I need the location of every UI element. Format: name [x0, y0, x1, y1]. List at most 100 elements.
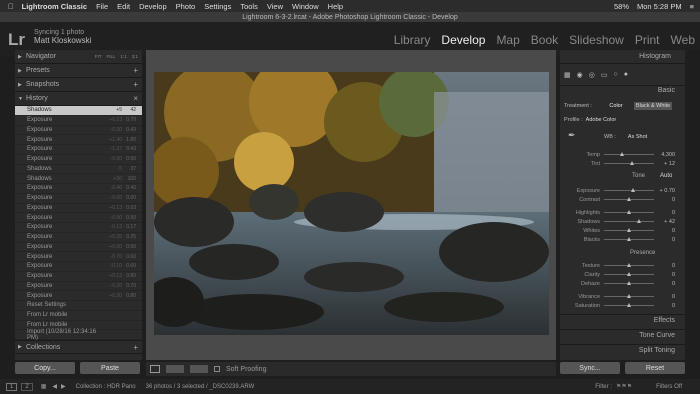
slider-whites[interactable]: Whites 0 — [560, 226, 685, 235]
crop-tool-icon[interactable]: ▦ — [564, 71, 571, 79]
zoom-1-1[interactable]: 1:1 — [120, 54, 126, 59]
slider-knob[interactable] — [627, 281, 631, 285]
slider-value[interactable]: + 0.70 — [654, 188, 678, 194]
clear-history-icon[interactable]: × — [133, 94, 138, 103]
slider-shadows[interactable]: Shadows + 42 — [560, 217, 685, 226]
slider-highlights[interactable]: Highlights 0 — [560, 208, 685, 217]
slider-knob[interactable] — [627, 303, 631, 307]
filter-flags-icon[interactable]: ⚑⚑⚑ — [616, 383, 632, 390]
identity-plate[interactable]: Syncing 1 photo Matt Kloskowski — [34, 29, 91, 45]
slider-knob[interactable] — [627, 263, 631, 267]
slider-blacks[interactable]: Blacks 0 — [560, 235, 685, 244]
slider-knob[interactable] — [627, 210, 631, 214]
menu-list-icon[interactable]: ≡ — [690, 2, 694, 11]
slider-value[interactable]: 4,300 — [654, 152, 678, 158]
add-preset-icon[interactable]: + — [133, 66, 138, 75]
slider-value[interactable]: 0 — [654, 294, 678, 300]
history-item[interactable]: Import (10/28/16 12:34:16 PM) — [15, 329, 142, 340]
spot-removal-icon[interactable]: ◉ — [577, 71, 583, 79]
slider-track[interactable] — [604, 294, 654, 298]
wb-eyedropper-icon[interactable]: ✒ — [568, 130, 576, 141]
slider-track[interactable] — [604, 152, 654, 156]
sync-button[interactable]: Sync... — [560, 362, 620, 374]
slider-knob[interactable] — [631, 188, 635, 192]
module-map[interactable]: Map — [496, 33, 519, 47]
slider-exposure[interactable]: Exposure + 0.70 — [560, 186, 685, 195]
slider-tint[interactable]: Tint + 12 — [560, 159, 685, 168]
history-item[interactable]: Exposure -0.90 0.50 — [15, 213, 142, 223]
navigator-header[interactable]: ▶ Navigator FIT FILL 1:1 3:1 — [15, 50, 142, 64]
history-item[interactable]: Exposure -0.60 0.00 — [15, 194, 142, 204]
slider-track[interactable] — [604, 210, 654, 214]
battery-status[interactable]: 58% — [614, 2, 629, 11]
slider-track[interactable] — [604, 228, 654, 232]
history-item[interactable]: Exposure -0.30 0.60 — [15, 155, 142, 165]
brush-icon[interactable]: ● — [624, 71, 628, 78]
before-after-swap-icon[interactable] — [190, 365, 208, 373]
before-after-icon[interactable] — [166, 365, 184, 373]
page-1-button[interactable]: 1 — [6, 382, 18, 391]
add-collection-icon[interactable]: + — [133, 343, 138, 352]
history-item[interactable]: Exposure -1.37 0.43 — [15, 145, 142, 155]
slider-knob[interactable] — [627, 237, 631, 241]
forward-arrow-icon[interactable]: ▶ — [61, 383, 66, 390]
paste-button[interactable]: Paste — [80, 362, 140, 374]
slider-value[interactable]: 0 — [654, 197, 678, 203]
color-button[interactable]: Color — [601, 103, 631, 109]
history-item[interactable]: Exposure -0.13 0.17 — [15, 223, 142, 233]
slider-value[interactable]: 0 — [654, 228, 678, 234]
add-snapshot-icon[interactable]: + — [133, 80, 138, 89]
app-menu[interactable]: Lightroom Classic — [22, 2, 87, 11]
slider-texture[interactable]: Texture 0 — [560, 261, 685, 270]
slider-track[interactable] — [604, 281, 654, 285]
slider-value[interactable]: 0 — [654, 210, 678, 216]
slider-value[interactable]: 0 — [654, 263, 678, 269]
page-2-button[interactable]: 2 — [21, 382, 33, 391]
slider-track[interactable] — [604, 272, 654, 276]
menu-edit[interactable]: Edit — [117, 2, 130, 11]
slider-track[interactable] — [604, 303, 654, 307]
slider-value[interactable]: 0 — [654, 281, 678, 287]
zoom-3-1[interactable]: 3:1 — [132, 54, 138, 59]
basic-header[interactable]: Basic — [658, 87, 675, 94]
graduated-filter-icon[interactable]: ▭ — [601, 71, 608, 79]
history-item[interactable]: Exposure -0.30 0.43 — [15, 126, 142, 136]
history-item[interactable]: Exposure +0.23 0.70 — [15, 116, 142, 126]
effects-header[interactable]: Effects — [560, 314, 685, 326]
slider-knob[interactable] — [627, 228, 631, 232]
apple-icon[interactable]:  — [8, 2, 14, 11]
history-item[interactable]: Reset Settings — [15, 301, 142, 311]
slider-knob[interactable] — [627, 294, 631, 298]
slider-contrast[interactable]: Contrast 0 — [560, 195, 685, 204]
slider-value[interactable]: + 12 — [654, 161, 678, 167]
history-item[interactable]: Exposure +0.13 0.80 — [15, 272, 142, 282]
slider-dehaze[interactable]: Dehaze 0 — [560, 279, 685, 288]
module-print[interactable]: Print — [635, 33, 660, 47]
slider-track[interactable] — [604, 161, 654, 165]
slider-knob[interactable] — [627, 272, 631, 276]
history-item[interactable]: Exposure -0.20 0.70 — [15, 282, 142, 292]
radial-filter-icon[interactable]: ○ — [613, 71, 617, 78]
zoom-fit[interactable]: FIT — [95, 54, 102, 59]
module-web[interactable]: Web — [671, 33, 695, 47]
back-arrow-icon[interactable]: ◀ — [52, 383, 57, 390]
photo-preview[interactable] — [154, 72, 549, 335]
history-header[interactable]: ▼ History × — [15, 92, 142, 106]
slider-knob[interactable] — [627, 197, 631, 201]
filters-off-select[interactable]: Filters Off — [656, 384, 682, 390]
slider-value[interactable]: 0 — [654, 272, 678, 278]
menu-view[interactable]: View — [267, 2, 283, 11]
wb-select[interactable]: As Shot — [628, 134, 647, 140]
history-item[interactable]: Exposure +1.40 1.80 — [15, 135, 142, 145]
zoom-fill[interactable]: FILL — [106, 54, 115, 59]
auto-button[interactable]: Auto — [660, 173, 672, 179]
slider-clarity[interactable]: Clarity 0 — [560, 270, 685, 279]
slider-value[interactable]: 0 — [654, 303, 678, 309]
grid-view-icon[interactable]: ▦ — [41, 383, 47, 390]
presets-header[interactable]: ▶ Presets + — [15, 64, 142, 78]
history-item[interactable]: Exposure -0.70 0.60 — [15, 252, 142, 262]
bw-button[interactable]: Black & White — [634, 102, 673, 110]
tone-curve-header[interactable]: Tone Curve — [560, 329, 685, 341]
menu-develop[interactable]: Develop — [139, 2, 167, 11]
history-item[interactable]: Exposure +0.13 0.63 — [15, 204, 142, 214]
